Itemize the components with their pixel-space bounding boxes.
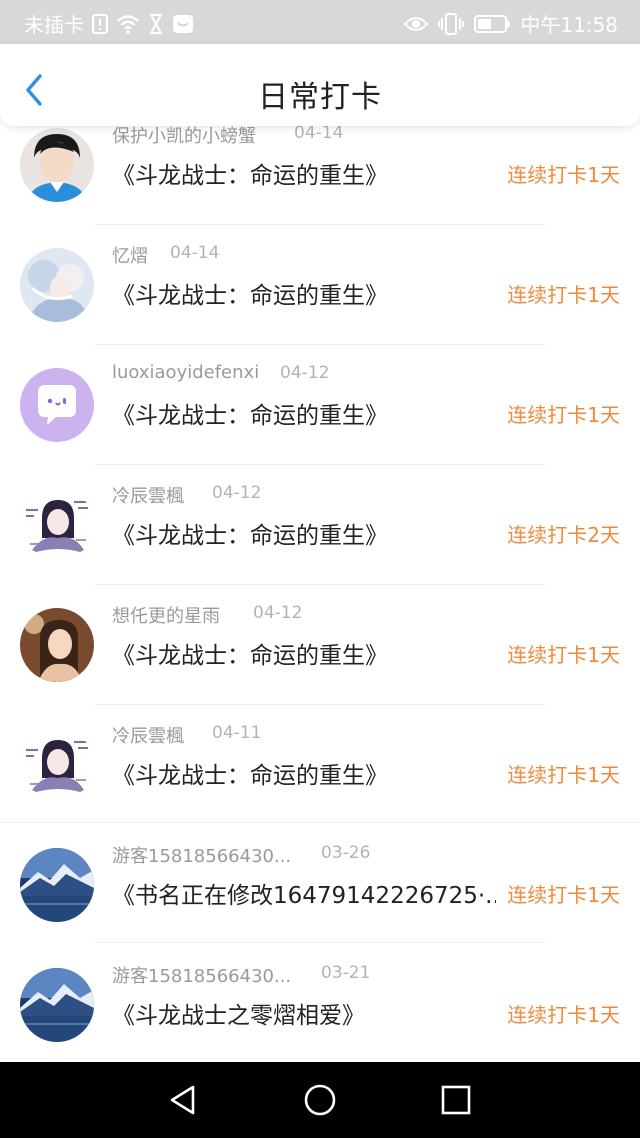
user-name: 游客15818566430... <box>112 966 292 987</box>
wifi-icon <box>116 12 140 36</box>
row-divider <box>95 942 545 943</box>
streak-label: 连续打卡1天 <box>507 883 620 907</box>
recents-square-icon <box>441 1085 471 1115</box>
row-divider <box>95 224 545 225</box>
book-title[interactable]: 《书名正在修改16479142226725·... <box>112 876 496 910</box>
checkin-row[interactable]: 保护小凯的小螃蟹 04-14 《斗龙战士：命运的重生》 连续打卡1天 <box>0 126 640 232</box>
checkin-row[interactable]: 冷辰雲楓 04-11 《斗龙战士：命运的重生》 连续打卡1天 <box>0 712 640 832</box>
checkin-date: 04-14 <box>170 243 220 263</box>
checkin-row[interactable]: 想仛更的星雨 04-12 《斗龙战士：命运的重生》 连续打卡1天 <box>0 592 640 712</box>
checkin-date: 04-12 <box>280 363 330 383</box>
checkin-row[interactable]: 冷辰雲楓 04-12 《斗龙战士：命运的重生》 连续打卡2天 <box>0 472 640 592</box>
avatar[interactable] <box>20 488 94 562</box>
row-divider <box>95 704 545 705</box>
streak-label: 连续打卡1天 <box>507 1003 620 1027</box>
sim-alert-icon <box>92 12 108 36</box>
user-name: 冷辰雲楓 <box>112 486 184 507</box>
carrier-label: 未插卡 <box>24 13 84 37</box>
nav-home-button[interactable] <box>302 1082 338 1118</box>
streak-label: 连续打卡1天 <box>507 403 620 427</box>
avatar[interactable] <box>20 728 94 802</box>
row-divider <box>95 464 545 465</box>
avatar[interactable] <box>20 368 94 442</box>
user-name: luoxiaoyidefenxi <box>112 362 260 383</box>
page-title: 日常打卡 <box>258 80 382 115</box>
row-divider <box>95 584 545 585</box>
row-divider <box>0 822 640 823</box>
checkin-row[interactable]: 游客15818566430... 03-26 《书名正在修改1647914222… <box>0 832 640 952</box>
book-title[interactable]: 《斗龙战士：命运的重生》 <box>112 636 388 670</box>
vibrate-icon <box>438 12 465 36</box>
checkin-date: 03-26 <box>321 843 371 863</box>
system-nav-bar <box>0 1062 640 1138</box>
book-title[interactable]: 《斗龙战士之零熠相爱》 <box>112 996 365 1030</box>
checkin-date: 04-12 <box>253 603 303 623</box>
streak-label: 连续打卡2天 <box>507 523 620 547</box>
user-name: 保护小凯的小螃蟹 <box>112 126 256 147</box>
battery-icon <box>474 12 510 36</box>
clock: 中午11:58 <box>520 13 618 37</box>
book-title[interactable]: 《斗龙战士：命运的重生》 <box>112 396 388 430</box>
book-title[interactable]: 《斗龙战士：命运的重生》 <box>112 516 388 550</box>
user-name: 想仛更的星雨 <box>112 606 220 627</box>
app-header: 日常打卡 <box>0 44 640 126</box>
nav-recents-button[interactable] <box>438 1082 474 1118</box>
book-title[interactable]: 《斗龙战士：命运的重生》 <box>112 276 388 310</box>
avatar[interactable] <box>20 128 94 202</box>
checkin-row[interactable]: 忆熠 04-14 《斗龙战士：命运的重生》 连续打卡1天 <box>0 232 640 352</box>
avatar[interactable] <box>20 608 94 682</box>
row-divider <box>95 344 545 345</box>
eye-icon <box>404 12 429 36</box>
checkin-list[interactable]: 保护小凯的小螃蟹 04-14 《斗龙战士：命运的重生》 连续打卡1天 忆熠 04… <box>0 126 640 1062</box>
user-name: 游客15818566430... <box>112 846 292 867</box>
checkin-date: 03-21 <box>321 963 371 983</box>
avatar[interactable] <box>20 248 94 322</box>
avatar[interactable] <box>20 848 94 922</box>
home-circle-icon <box>304 1084 336 1116</box>
nav-back-button[interactable] <box>166 1082 202 1118</box>
checkin-row[interactable]: luoxiaoyidefenxi 04-12 《斗龙战士：命运的重生》 连续打卡… <box>0 352 640 472</box>
user-name: 忆熠 <box>112 246 148 267</box>
user-name: 冷辰雲楓 <box>112 726 184 747</box>
streak-label: 连续打卡1天 <box>507 283 620 307</box>
message-icon <box>172 12 194 36</box>
back-triangle-icon <box>170 1085 195 1115</box>
streak-label: 连续打卡1天 <box>507 763 620 787</box>
checkin-row[interactable]: 游客15818566430... 03-21 《斗龙战士之零熠相爱》 连续打卡1… <box>0 952 640 1062</box>
streak-label: 连续打卡1天 <box>507 643 620 667</box>
checkin-date: 04-12 <box>212 483 262 503</box>
streak-label: 连续打卡1天 <box>507 163 620 187</box>
checkin-date: 04-14 <box>294 126 344 143</box>
status-bar: 未插卡 中午11:58 <box>0 0 640 44</box>
book-title[interactable]: 《斗龙战士：命运的重生》 <box>112 756 388 790</box>
checkin-date: 04-11 <box>212 723 262 743</box>
book-title[interactable]: 《斗龙战士：命运的重生》 <box>112 156 388 190</box>
hourglass-icon <box>148 12 164 36</box>
avatar[interactable] <box>20 968 94 1042</box>
